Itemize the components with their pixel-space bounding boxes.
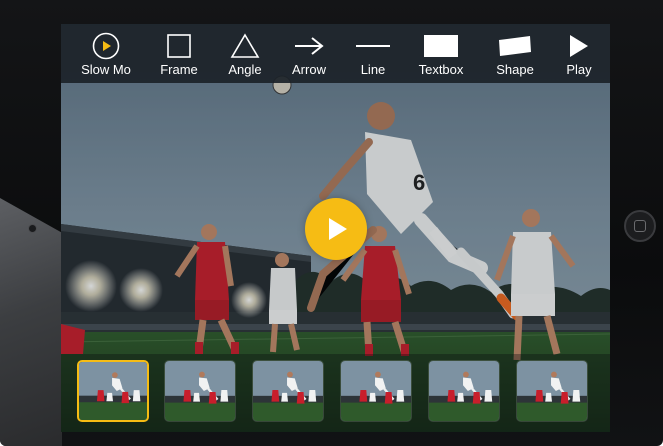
- frame-thumbnail-image: [341, 361, 411, 421]
- frame-thumbnail-image: [517, 361, 587, 421]
- bezel-glare: [0, 198, 62, 446]
- home-button[interactable]: [624, 210, 656, 242]
- frame-thumbnail-image: [253, 361, 323, 421]
- textbox-icon: [406, 32, 476, 60]
- line-icon: [338, 32, 408, 60]
- annotation-toolbar: Slow Mo Frame Angle Arrow Line Textbox S…: [61, 24, 610, 83]
- frame-icon: [144, 32, 214, 60]
- frame-thumbnail[interactable]: [77, 360, 149, 422]
- tablet-device: 6 Slow Mo Frame Angle Arrow Line Textbox…: [0, 0, 663, 446]
- arrow-icon: [274, 32, 344, 60]
- angle-icon: [210, 32, 280, 60]
- frame-thumbnail[interactable]: [340, 360, 412, 422]
- shape-icon: [480, 32, 550, 60]
- frame-thumbnail[interactable]: [428, 360, 500, 422]
- center-play-button[interactable]: [305, 198, 367, 260]
- frame-thumbnail[interactable]: [252, 360, 324, 422]
- tool-label: Play: [566, 62, 592, 77]
- frame-thumbnail-image: [79, 362, 147, 420]
- tool-textbox[interactable]: Textbox: [406, 24, 476, 83]
- play-icon: [329, 218, 347, 240]
- frame-thumbnail-image: [429, 361, 499, 421]
- camera-lens: [28, 224, 37, 233]
- tool-slow-mo[interactable]: Slow Mo: [71, 24, 141, 83]
- tool-play[interactable]: Play: [544, 24, 610, 83]
- video-screen: 6 Slow Mo Frame Angle Arrow Line Textbox…: [61, 24, 610, 432]
- frame-filmstrip: [61, 354, 610, 432]
- slow-mo-icon: [71, 32, 141, 60]
- play-icon: [544, 32, 610, 60]
- home-button-glyph: [634, 220, 646, 232]
- frame-thumbnail[interactable]: [164, 360, 236, 422]
- frame-thumbnail-image: [165, 361, 235, 421]
- frame-thumbnail[interactable]: [516, 360, 588, 422]
